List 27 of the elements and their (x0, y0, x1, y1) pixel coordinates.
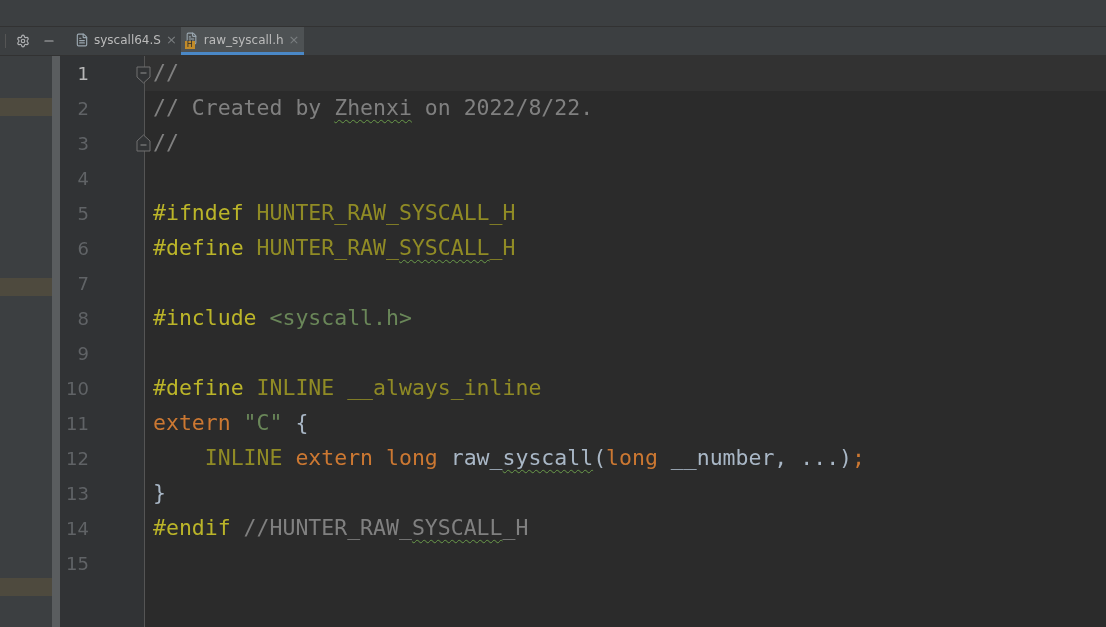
code-line: INLINE extern long raw_syscall(long __number, ...); (203, 444, 865, 473)
code-line: // Created by Zhenxi on 2022/8/22. (153, 94, 594, 123)
file-icon (184, 31, 198, 45)
settings-icon[interactable] (16, 34, 30, 48)
code-line: // (153, 129, 179, 158)
code-line: #define INLINE __always_inline (153, 374, 542, 403)
editor-tab[interactable]: syscall64.S × (71, 27, 181, 55)
code-line: } (153, 479, 166, 508)
code-line: #define HUNTER_RAW_SYSCALL_H (153, 234, 516, 263)
code-line: #endif //HUNTER_RAW_SYSCALL_H (153, 514, 529, 543)
marker-stripe (0, 578, 52, 596)
line-number: 1 (77, 62, 89, 86)
file-icon (75, 32, 89, 47)
fold-icon[interactable] (136, 66, 151, 84)
code-line: #include <syscall.h> (153, 304, 412, 333)
code-line: #ifndef HUNTER_RAW_SYSCALL_H (153, 199, 516, 228)
editor-tab[interactable]: H raw_syscall.h × (180, 27, 304, 55)
tab-label: syscall64.S (94, 31, 161, 49)
code-line: // (153, 59, 179, 88)
code-line: extern "C" { (153, 409, 309, 438)
marker-stripe (0, 278, 52, 296)
marker-stripe (0, 98, 52, 116)
fold-icon[interactable] (136, 134, 151, 152)
scrollbar[interactable] (52, 56, 60, 627)
tab-label: raw_syscall.h (203, 31, 284, 49)
file-badge: H (184, 40, 195, 49)
close-icon[interactable]: × (165, 29, 177, 50)
